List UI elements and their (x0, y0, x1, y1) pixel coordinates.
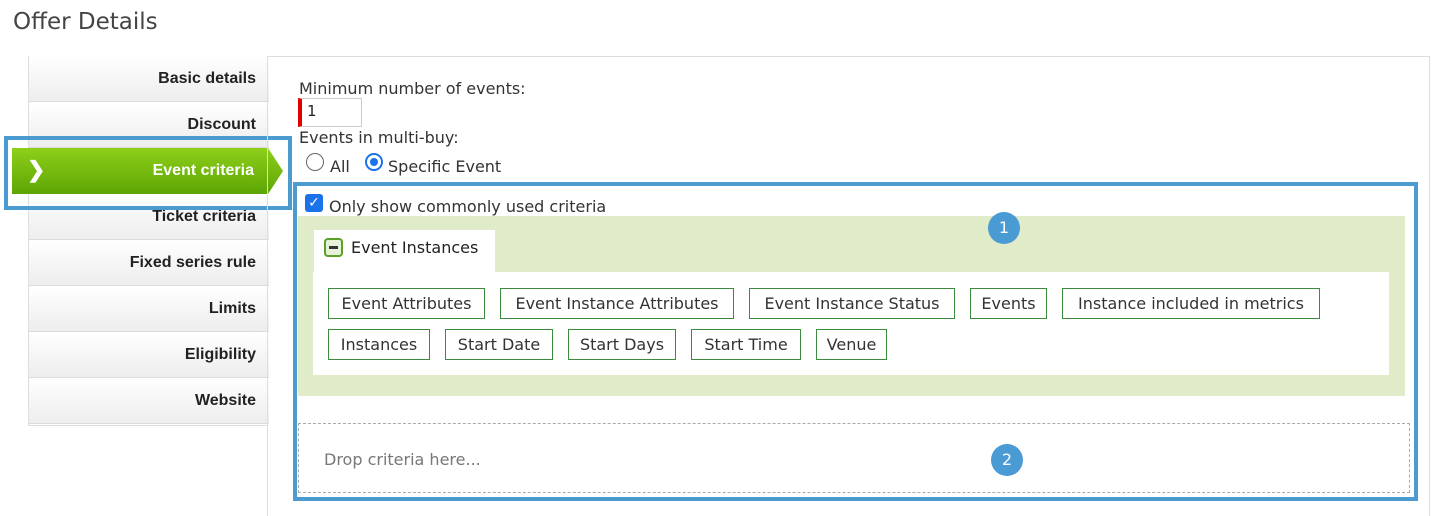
chip-event-instance-attributes[interactable]: Event Instance Attributes (500, 288, 734, 319)
sidebar: Basic details Discount Ticket criteria F… (28, 56, 269, 426)
chip-instances[interactable]: Instances (328, 329, 430, 360)
min-events-input[interactable]: 1 (298, 98, 362, 127)
chip-events[interactable]: Events (970, 288, 1047, 319)
chip-start-time[interactable]: Start Time (691, 329, 801, 360)
chip-venue[interactable]: Venue (816, 329, 887, 360)
criteria-group-title: Event Instances (351, 238, 479, 257)
radio-specific-event[interactable] (365, 153, 383, 171)
common-criteria-label: Only show commonly used criteria (329, 197, 607, 216)
common-criteria-checkbox[interactable]: ✓ (305, 194, 323, 212)
radio-specific-event-label: Specific Event (388, 157, 502, 176)
chip-start-days[interactable]: Start Days (568, 329, 676, 360)
annotation-badge-2: 2 (991, 444, 1023, 476)
sidebar-item-fixed-series-rule[interactable]: Fixed series rule (29, 240, 269, 286)
radio-all[interactable] (306, 153, 324, 171)
sidebar-item-basic-details[interactable]: Basic details (29, 56, 269, 102)
page-title: Offer Details (13, 9, 158, 35)
collapse-minus-icon[interactable] (324, 238, 343, 257)
chip-start-date[interactable]: Start Date (445, 329, 553, 360)
radio-all-label: All (330, 157, 350, 176)
multibuy-label: Events in multi-buy: (299, 128, 459, 147)
chip-event-instance-status[interactable]: Event Instance Status (749, 288, 955, 319)
drop-zone-placeholder: Drop criteria here... (324, 450, 481, 469)
min-events-label: Minimum number of events: (299, 79, 526, 98)
chip-instance-included-in-metrics[interactable]: Instance included in metrics (1062, 288, 1320, 319)
sidebar-item-limits[interactable]: Limits (29, 286, 269, 332)
highlight-box-active-tab (4, 136, 292, 210)
sidebar-item-website[interactable]: Website (29, 378, 269, 424)
chip-event-attributes[interactable]: Event Attributes (328, 288, 485, 319)
annotation-badge-1: 1 (988, 212, 1020, 244)
sidebar-item-eligibility[interactable]: Eligibility (29, 332, 269, 378)
